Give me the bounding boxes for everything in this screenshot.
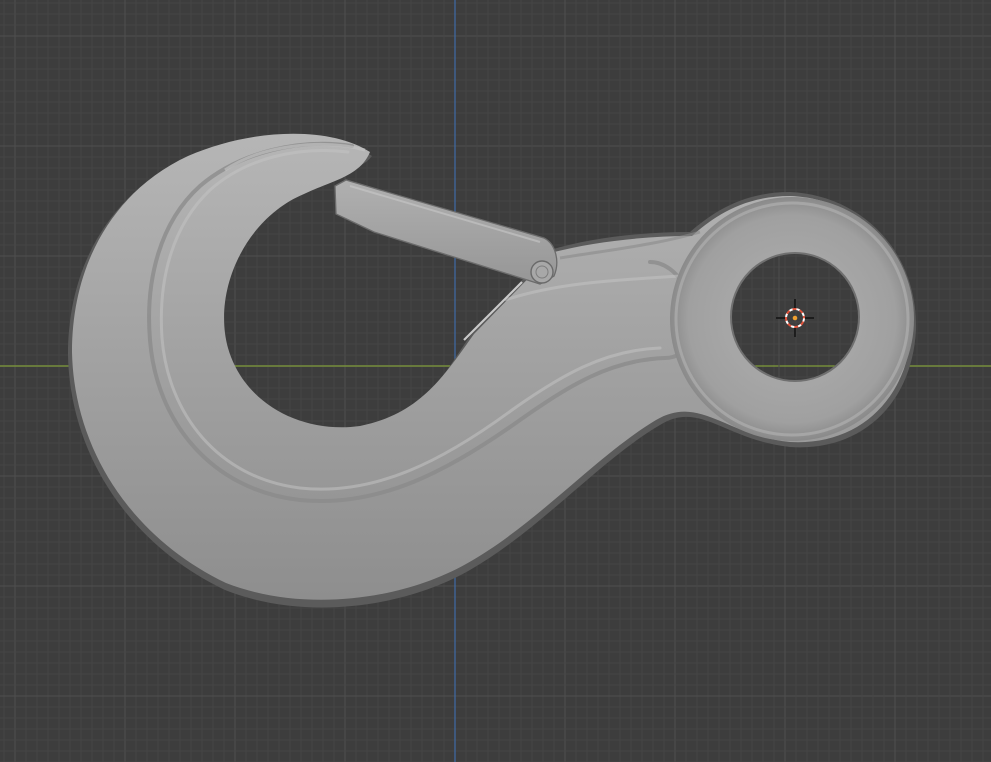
latch-bar xyxy=(334,179,558,285)
hook-mesh[interactable] xyxy=(68,133,917,608)
3d-viewport[interactable] xyxy=(0,0,991,762)
viewport-canvas[interactable] xyxy=(0,0,991,762)
latch-pivot-pin xyxy=(530,260,554,284)
object-origin-icon xyxy=(792,315,798,321)
